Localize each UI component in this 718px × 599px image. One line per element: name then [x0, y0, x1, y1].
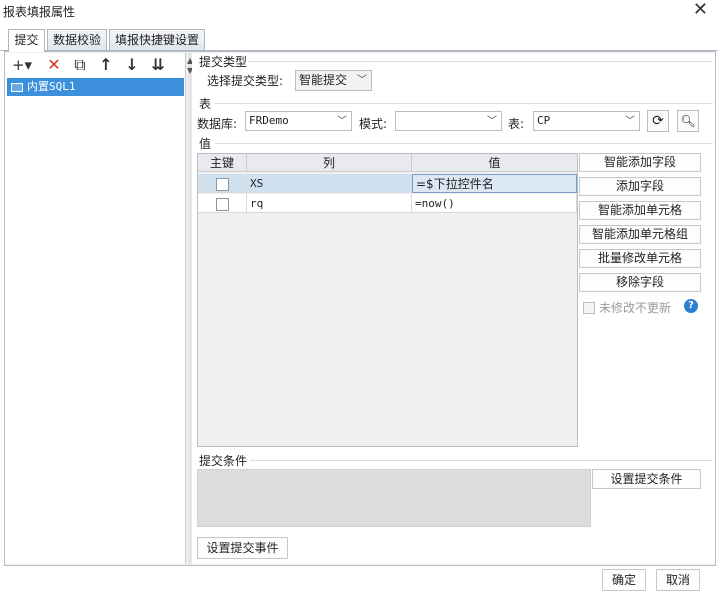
table-row[interactable]: XS =$下拉控件名 — [198, 174, 577, 193]
mode-select[interactable]: ﹀ — [395, 111, 502, 131]
set-condition-button[interactable]: 设置提交条件 — [592, 469, 701, 489]
tab-shortcut-settings[interactable]: 填报快捷键设置 — [109, 29, 205, 51]
window-title: 报表填报属性 — [3, 5, 76, 19]
add-field-button[interactable]: 添加字段 — [579, 177, 701, 196]
mode-label: 模式: — [359, 117, 388, 131]
no-update-label: 未修改不更新 — [599, 301, 672, 315]
checkbox-box — [583, 301, 595, 314]
condition-preview — [197, 469, 591, 527]
add-icon[interactable]: +▾ — [9, 55, 35, 75]
chevron-down-icon: ﹀ — [357, 75, 367, 86]
chevron-down-icon: ﹀ — [487, 116, 497, 127]
chevron-down-icon: ﹀ — [625, 116, 635, 127]
search-document-icon: 🔍︎ — [680, 114, 696, 128]
sort-icon[interactable]: ⇊ — [148, 55, 168, 75]
delete-icon[interactable]: ✕ — [44, 55, 64, 75]
value-section-label: 值 — [199, 137, 212, 151]
field-grid: 主键 列 值 XS =$下拉控件名 rq =now() — [197, 153, 578, 447]
refresh-button[interactable]: ⟳ — [647, 110, 669, 132]
database-label: 数据库: — [197, 117, 238, 131]
submit-type-select[interactable]: 智能提交 ﹀ — [295, 70, 372, 91]
table-value: CP — [537, 114, 551, 127]
condition-section-label: 提交条件 — [199, 454, 248, 468]
remove-field-button[interactable]: 移除字段 — [579, 273, 701, 292]
submit-type-label: 选择提交类型: — [207, 74, 284, 88]
table-label: 表: — [508, 117, 525, 131]
smart-add-cell-group-button[interactable]: 智能添加单元格组 — [579, 225, 701, 244]
move-down-icon[interactable]: ↓ — [122, 55, 142, 75]
sql-list-panel — [5, 53, 186, 564]
no-update-checkbox[interactable] — [583, 300, 595, 314]
preview-button[interactable]: 🔍︎ — [677, 110, 699, 132]
table-row[interactable]: rq =now() — [198, 194, 577, 213]
divider — [250, 460, 713, 461]
divider — [248, 61, 713, 62]
tree-item-sql1[interactable]: 内置SQL1 — [7, 78, 184, 96]
smart-add-cell-button[interactable]: 智能添加单元格 — [579, 201, 701, 220]
tab-submit[interactable]: 提交 — [8, 29, 45, 52]
tab-data-validation[interactable]: 数据校验 — [47, 29, 107, 51]
table-select[interactable]: CP ﹀ — [533, 111, 640, 131]
database-select[interactable]: FRDemo ﹀ — [245, 111, 352, 131]
ok-button[interactable]: 确定 — [602, 569, 646, 591]
smart-add-field-button[interactable]: 智能添加字段 — [579, 153, 701, 172]
key-checkbox[interactable] — [215, 177, 229, 191]
close-icon[interactable]: ✕ — [693, 0, 708, 20]
divider — [215, 143, 713, 144]
key-cell — [198, 174, 247, 193]
value-cell[interactable]: =now() — [412, 194, 577, 213]
database-icon — [11, 82, 23, 92]
batch-modify-cell-button[interactable]: 批量修改单元格 — [579, 249, 701, 268]
header-key[interactable]: 主键 — [198, 154, 247, 172]
title-bar — [0, 0, 718, 22]
cancel-button[interactable]: 取消 — [656, 569, 700, 591]
move-up-icon[interactable]: ↑ — [96, 55, 116, 75]
value-cell[interactable]: =$下拉控件名 — [412, 174, 577, 193]
key-cell — [198, 194, 247, 213]
database-value: FRDemo — [249, 114, 289, 127]
key-checkbox[interactable] — [215, 197, 229, 211]
help-icon[interactable]: ? — [684, 299, 698, 313]
set-event-button[interactable]: 设置提交事件 — [197, 537, 288, 559]
copy-icon[interactable]: ⧉ — [70, 55, 90, 75]
submit-type-value: 智能提交 — [299, 73, 348, 87]
chevron-down-icon: ﹀ — [337, 116, 347, 127]
header-value[interactable]: 值 — [412, 154, 577, 172]
table-section-label: 表 — [199, 97, 212, 111]
tree-item-label: 内置SQL1 — [27, 80, 76, 93]
header-column[interactable]: 列 — [247, 154, 412, 172]
column-cell[interactable]: rq — [247, 194, 412, 213]
divider — [215, 103, 713, 104]
submit-type-section-label: 提交类型 — [199, 55, 248, 69]
refresh-icon: ⟳ — [652, 113, 664, 129]
column-cell[interactable]: XS — [247, 174, 412, 193]
